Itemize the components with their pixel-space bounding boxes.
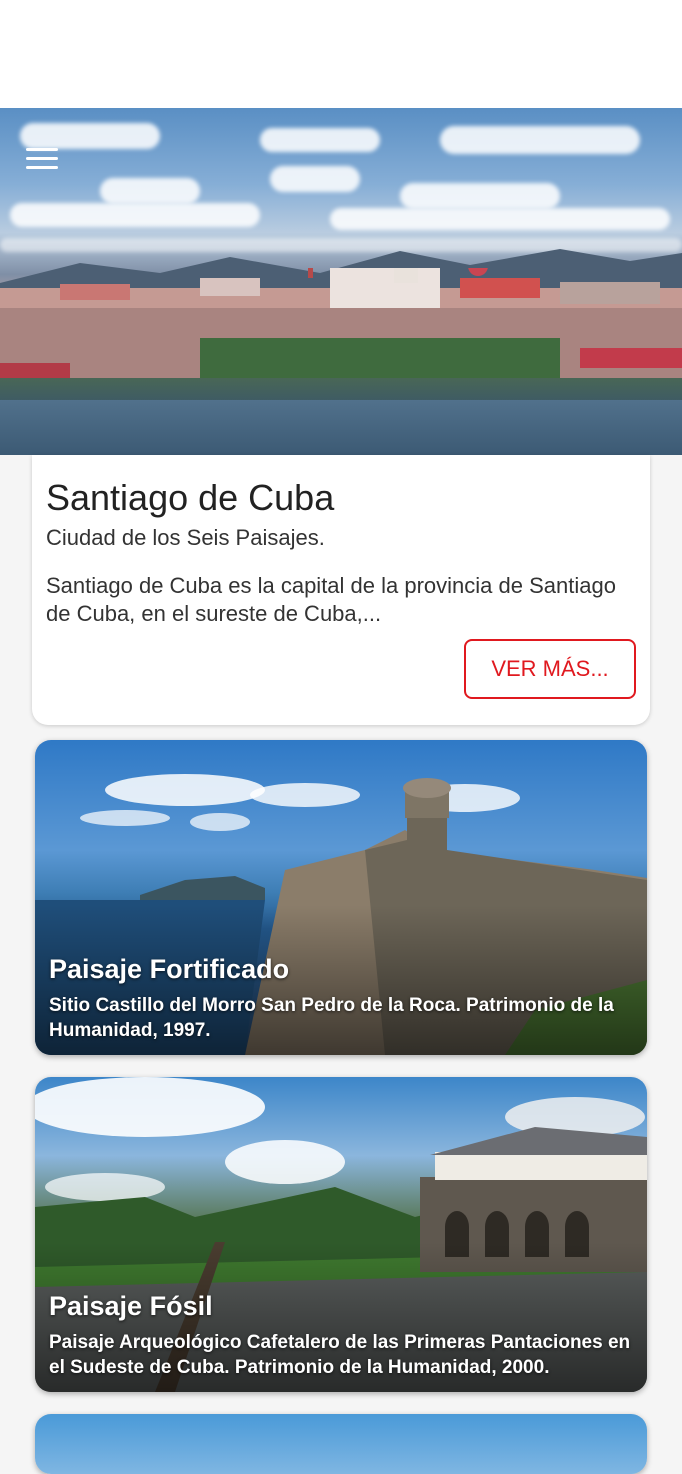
landscape-card-fortified[interactable]: Paisaje Fortificado Sitio Castillo del M…: [35, 740, 647, 1055]
status-bar-area: [0, 0, 682, 108]
landscape-caption: Paisaje Arqueológico Cafetalero de las P…: [49, 1332, 631, 1378]
city-skyline: [0, 268, 682, 378]
landscape-card-next[interactable]: [35, 1414, 647, 1474]
city-title: Santiago de Cuba: [46, 477, 335, 518]
hero-banner: [0, 108, 682, 455]
landscape-title: Paisaje Fósil: [49, 1291, 213, 1321]
city-intro-card: Santiago de Cuba Ciudad de los Seis Pais…: [32, 455, 650, 725]
bay-water: [0, 400, 682, 455]
landscape-caption: Sitio Castillo del Morro San Pedro de la…: [49, 995, 614, 1041]
hamburger-menu-icon[interactable]: [26, 142, 70, 174]
landscape-card-fossil[interactable]: Paisaje Fósil Paisaje Arqueológico Cafet…: [35, 1077, 647, 1392]
see-more-button[interactable]: VER MÁS...: [464, 639, 636, 699]
landscape-title: Paisaje Fortificado: [49, 954, 290, 984]
city-description: Santiago de Cuba es la capital de la pro…: [46, 573, 616, 626]
city-subtitle: Ciudad de los Seis Paisajes.: [46, 525, 325, 550]
